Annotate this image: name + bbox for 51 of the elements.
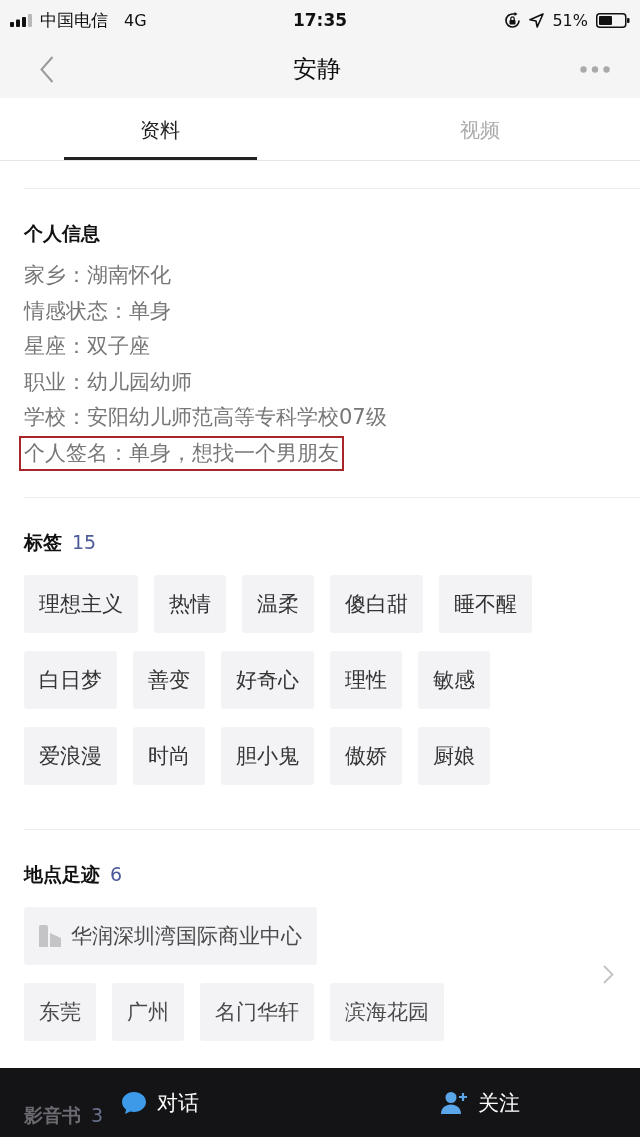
info-line: 情感状态：单身: [22, 297, 172, 325]
info-line: 学校：安阳幼儿师范高等专科学校07级: [23, 404, 388, 431]
tag-chip[interactable]: 温柔: [242, 575, 314, 633]
tag-chip[interactable]: 理性: [330, 651, 402, 709]
tag-chip[interactable]: 时尚: [133, 727, 205, 785]
rotation-lock-icon: [504, 11, 522, 29]
place-chip[interactable]: 名门华轩: [200, 983, 314, 1041]
tag-chip[interactable]: 白日梦: [24, 651, 117, 709]
follow-button[interactable]: 关注: [440, 1088, 520, 1117]
tag-chip[interactable]: 睡不醒: [439, 575, 532, 633]
info-line: 星座：双子座: [23, 333, 151, 360]
info-line: 职业：幼儿园幼师: [23, 368, 193, 396]
place-chip[interactable]: 东莞: [24, 983, 96, 1041]
info-line: 家乡：湖南怀化: [23, 262, 172, 289]
place-chip[interactable]: 滨海花园: [330, 983, 444, 1041]
section-heading: 个人信息: [24, 221, 100, 246]
tag-chip[interactable]: 爱浪漫: [24, 727, 117, 785]
tag-chip[interactable]: 胆小鬼: [221, 727, 314, 785]
more-icon[interactable]: [580, 65, 610, 73]
place-chip[interactable]: 华润深圳湾国际商业中心: [24, 907, 317, 965]
battery-icon: [596, 12, 630, 28]
tag-chip[interactable]: 傻白甜: [330, 575, 423, 633]
person-add-icon: [440, 1090, 468, 1115]
place-chip[interactable]: 广州: [112, 983, 184, 1041]
place-name: 华润深圳湾国际商业中心: [71, 923, 302, 950]
tag-chip[interactable]: 好奇心: [221, 651, 314, 709]
chevron-right-icon[interactable]: [603, 964, 614, 984]
tab[interactable]: 资料: [63, 98, 257, 160]
tag-chip[interactable]: 厨娘: [418, 727, 490, 785]
tag-chip[interactable]: 理想主义: [24, 575, 138, 633]
page-title: 安静: [293, 54, 341, 85]
network-type: 4G: [124, 10, 147, 30]
tag-chip[interactable]: 善变: [133, 651, 205, 709]
section-heading: 标签: [24, 530, 62, 555]
section-heading: 地点足迹: [24, 862, 100, 887]
chat-button[interactable]: 对话: [121, 1088, 199, 1117]
tag-chip[interactable]: 傲娇: [330, 727, 402, 785]
place-count: 6: [110, 862, 123, 887]
carrier-name: 中国电信: [40, 8, 108, 32]
building-icon: [39, 925, 61, 947]
section-heading: 影音书: [24, 1103, 81, 1128]
tag-chip[interactable]: 敏感: [418, 651, 490, 709]
location-arrow-icon: [529, 12, 545, 28]
battery-percentage: 51%: [552, 10, 588, 30]
item-count: 3: [91, 1103, 104, 1128]
back-icon[interactable]: [40, 55, 54, 83]
signal-bars-icon: [10, 13, 34, 27]
tag-chip[interactable]: 热情: [154, 575, 226, 633]
chat-bubble-icon: [121, 1090, 147, 1115]
tag-count: 15: [72, 530, 97, 555]
status-time: 17:35: [292, 10, 348, 30]
